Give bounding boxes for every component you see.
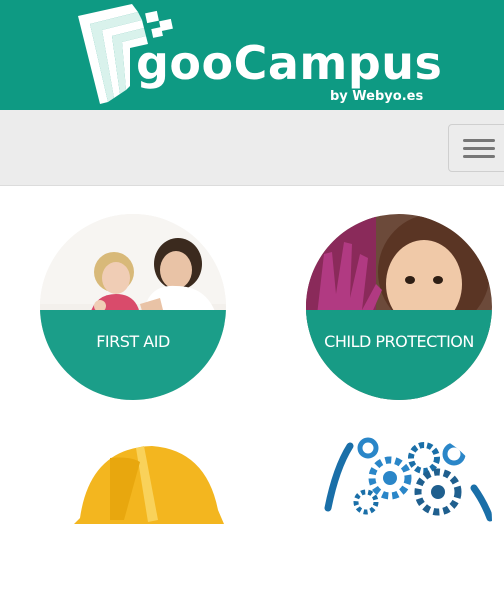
- hamburger-icon: [463, 139, 495, 142]
- course-card-safety[interactable]: [40, 428, 226, 614]
- brand-byline: by Webyo.es: [330, 89, 424, 104]
- menu-toggle-button[interactable]: [448, 124, 504, 172]
- course-label: FIRST AID: [96, 332, 170, 351]
- course-band: [40, 310, 226, 400]
- brand-name[interactable]: gooCampus: [136, 40, 442, 86]
- navbar: [0, 110, 504, 186]
- course-card-child-protection[interactable]: CHILD PROTECTION: [306, 214, 492, 400]
- hard-hat-icon: [40, 428, 226, 614]
- course-label: CHILD PROTECTION: [324, 332, 474, 351]
- course-band: [306, 310, 492, 400]
- hamburger-icon: [463, 147, 495, 150]
- course-card-technology[interactable]: [306, 428, 492, 614]
- site-header: gooCampus by Webyo.es: [0, 0, 504, 110]
- course-card-first-aid[interactable]: FIRST AID: [40, 214, 226, 400]
- gears-icon: [306, 428, 492, 614]
- hamburger-icon: [463, 155, 495, 158]
